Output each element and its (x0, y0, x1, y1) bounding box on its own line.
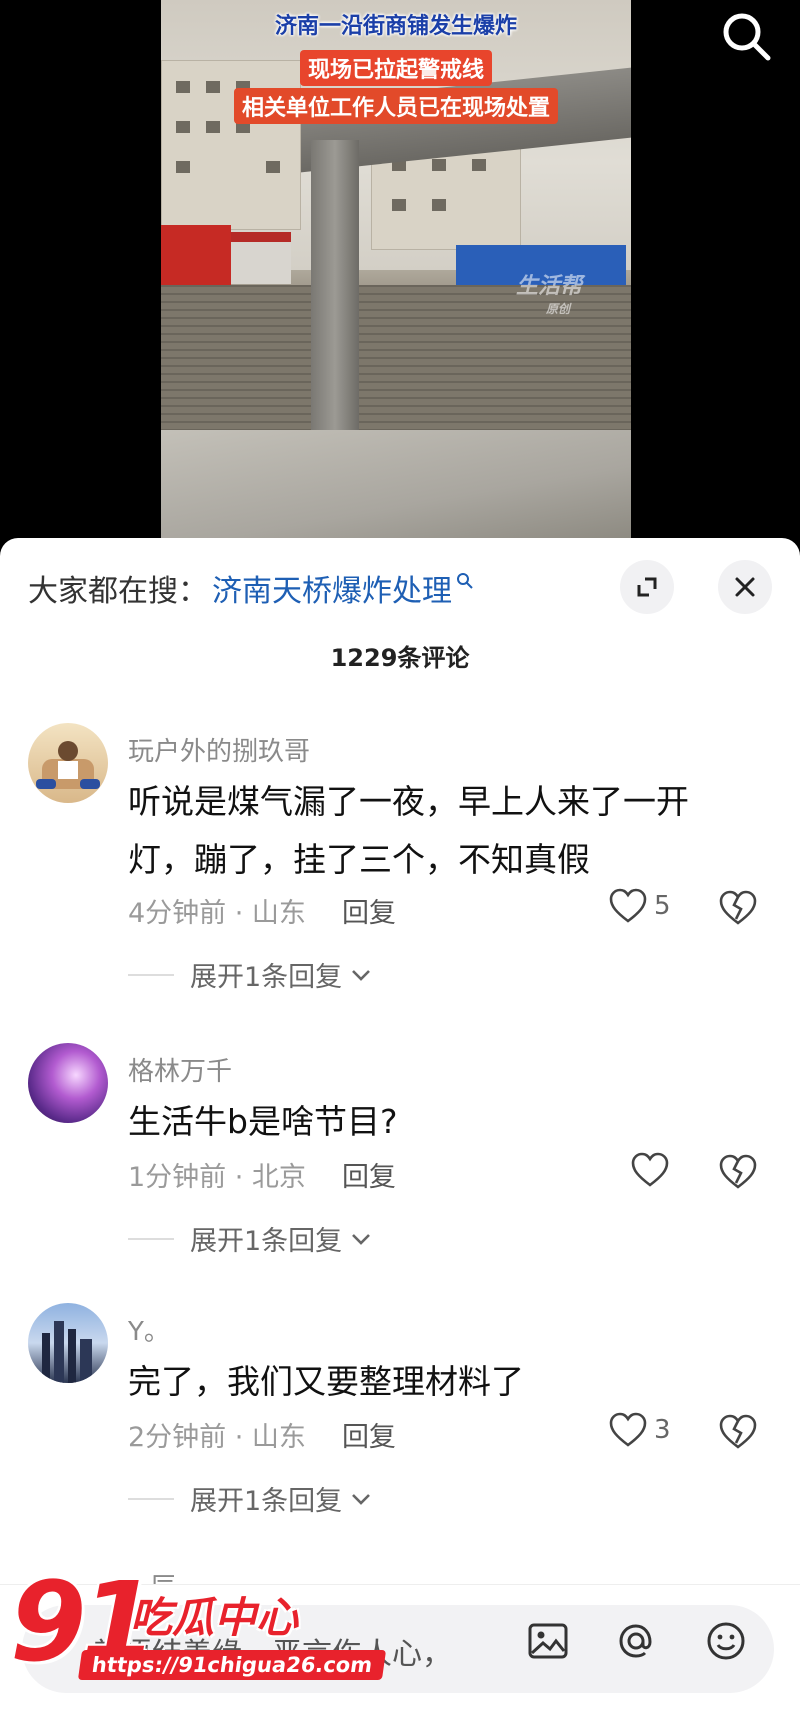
emoji-button[interactable] (704, 1619, 748, 1663)
like-count: 5 (654, 891, 671, 921)
comment-text: 完了，我们又要整理材料了 (128, 1362, 524, 1401)
divider-line (128, 1497, 174, 1500)
close-sheet-button[interactable] (718, 560, 772, 614)
video-caption-title: 济南一沿街商铺发生爆炸 (274, 14, 517, 39)
chevron-down-icon (352, 1493, 371, 1505)
avatar[interactable] (28, 1043, 108, 1123)
divider-line (128, 973, 174, 976)
chevron-down-icon (352, 969, 371, 981)
fire-truck (161, 225, 231, 285)
search-suggestion-link[interactable]: 济南天桥爆炸处理 (212, 566, 452, 610)
comment-time-location: 2分钟前 · 山东 (128, 1422, 306, 1453)
video-player[interactable]: 生活帮 原创 济南一沿街商铺发生爆炸 现场已拉起警戒线 相关单位工作人员已在现场… (0, 0, 800, 545)
reply-button[interactable]: 回复 (342, 891, 396, 930)
comment-username[interactable]: Y。 (128, 1311, 170, 1348)
chevron-down-icon (352, 1233, 371, 1245)
avatar-image (42, 1321, 92, 1383)
close-icon (735, 577, 755, 597)
comment-username[interactable]: 格林万千 (128, 1051, 232, 1088)
channel-watermark: 生活帮 原创 (516, 274, 583, 316)
search-suggestion-label: 大家都在搜： (28, 574, 208, 609)
bus (231, 232, 291, 284)
dislike-button[interactable] (718, 1153, 758, 1193)
expand-replies-label: 展开1条回复 (190, 1226, 343, 1257)
watermark-name: 吃瓜中心 (130, 1593, 299, 1642)
comment-time-location: 1分钟前 · 北京 (128, 1162, 306, 1193)
comment-sheet: 大家都在搜： 济南天桥爆炸处理 1229条评论 玩户外的捌玖哥 听说是煤气漏了一… (0, 538, 800, 1712)
sidewalk (161, 430, 631, 545)
heart-icon (631, 1152, 669, 1187)
like-button[interactable]: 3 (608, 1411, 671, 1449)
image-button[interactable] (526, 1619, 570, 1663)
comment-text: 生活牛b是啥节目? (128, 1102, 398, 1141)
video-caption-line2: 现场已拉起警戒线 (161, 50, 631, 86)
video-caption-line3: 相关单位工作人员已在现场处置 (161, 88, 631, 124)
expand-replies-button[interactable]: 展开1条回复 (128, 955, 374, 994)
watermark-url: https://91chigua26.com (77, 1650, 387, 1680)
comment-time-location: 4分钟前 · 山东 (128, 898, 306, 929)
reply-button[interactable]: 回复 (342, 1415, 396, 1454)
comment-text: 听说是煤气漏了一夜，早上人来了一开灯，蹦了，挂了三个，不知真假 (128, 782, 689, 879)
like-count: 3 (654, 1415, 671, 1445)
expand-sheet-button[interactable] (620, 560, 674, 614)
broken-heart-icon (719, 890, 757, 925)
divider-line (128, 1237, 174, 1240)
avatar-image (36, 741, 100, 789)
image-icon (528, 1623, 568, 1659)
comment-username[interactable]: 玩户外的捌玖哥 (128, 731, 310, 768)
comment-meta: 2分钟前 · 山东 回复 (128, 1415, 396, 1454)
heart-icon (609, 1412, 647, 1447)
smiley-icon (707, 1622, 745, 1660)
like-button[interactable] (630, 1151, 670, 1189)
comment-count: 1229条评论 (330, 644, 470, 672)
expand-replies-button[interactable]: 展开1条回复 (128, 1219, 374, 1258)
broken-heart-icon (719, 1154, 757, 1189)
small-search-icon (457, 573, 473, 589)
comment-item: 玩户外的捌玖哥 听说是煤气漏了一夜，早上人来了一开灯，蹦了，挂了三个，不知真假 … (0, 723, 800, 1003)
comment-meta: 1分钟前 · 北京 回复 (128, 1155, 396, 1194)
heart-icon (609, 888, 647, 923)
comment-item: 格林万千 生活牛b是啥节目? 1分钟前 · 北京 回复 展开1条回复 (0, 1043, 800, 1263)
dislike-button[interactable] (718, 1413, 758, 1453)
at-sign-icon (619, 1624, 652, 1658)
expand-replies-button[interactable]: 展开1条回复 (128, 1479, 374, 1518)
reply-button[interactable]: 回复 (342, 1155, 396, 1194)
like-button[interactable]: 5 (608, 887, 671, 925)
comment-meta: 4分钟前 · 山东 回复 (128, 891, 396, 930)
video-frame[interactable]: 生活帮 原创 济南一沿街商铺发生爆炸 现场已拉起警戒线 相关单位工作人员已在现场… (161, 0, 631, 545)
dislike-button[interactable] (718, 889, 758, 929)
mention-button[interactable] (614, 1619, 658, 1663)
search-icon (723, 13, 771, 61)
expand-icon (637, 577, 657, 597)
expand-replies-label: 展开1条回复 (190, 1486, 343, 1517)
search-button[interactable] (718, 8, 774, 64)
broken-heart-icon (719, 1414, 757, 1449)
comment-item: Y。 完了，我们又要整理材料了 2分钟前 · 山东 回复 3 展开1条回复 (0, 1303, 800, 1523)
bridge-pillar (311, 140, 359, 430)
site-watermark: 91 吃瓜中心 https://91chigua26.com (10, 1562, 387, 1692)
avatar[interactable] (28, 723, 108, 803)
expand-replies-label: 展开1条回复 (190, 962, 343, 993)
search-suggestion[interactable]: 大家都在搜： 济南天桥爆炸处理 (28, 566, 474, 610)
avatar[interactable] (28, 1303, 108, 1383)
